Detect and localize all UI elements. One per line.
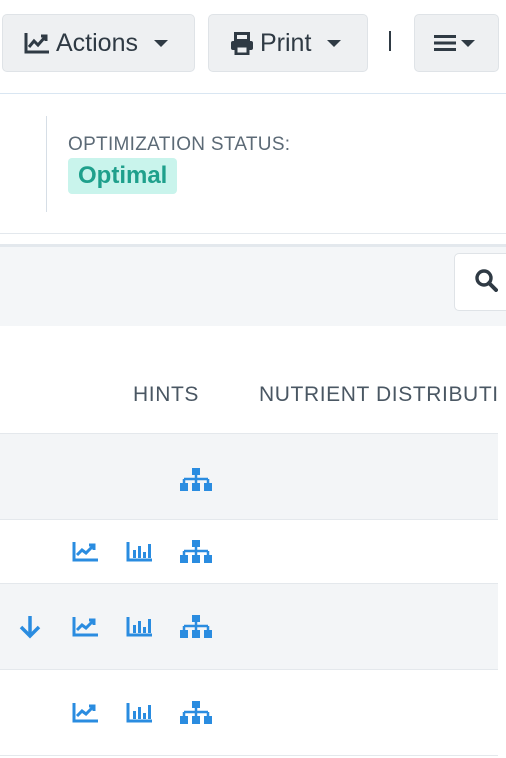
chevron-down-icon bbox=[153, 39, 168, 47]
toolbar-separator bbox=[389, 31, 391, 51]
bar-chart-icon[interactable] bbox=[126, 542, 152, 562]
menu-button[interactable] bbox=[414, 14, 499, 72]
chevron-down-icon bbox=[461, 39, 475, 47]
sitemap-icon[interactable] bbox=[180, 615, 212, 639]
arrow-down-icon[interactable] bbox=[19, 615, 41, 639]
status-divider bbox=[46, 116, 47, 212]
actions-button[interactable]: Actions bbox=[2, 14, 195, 72]
table-row bbox=[0, 433, 498, 520]
bar-chart-icon[interactable] bbox=[126, 703, 152, 723]
sitemap-icon[interactable] bbox=[180, 701, 212, 725]
search-bar bbox=[0, 244, 506, 326]
sitemap-icon[interactable] bbox=[180, 468, 212, 492]
printer-icon bbox=[230, 31, 254, 55]
chevron-down-icon bbox=[327, 39, 342, 47]
print-label: Print bbox=[260, 28, 312, 57]
table-row bbox=[0, 584, 498, 670]
line-chart-icon bbox=[24, 32, 50, 54]
section-divider bbox=[0, 233, 506, 234]
line-chart-icon[interactable] bbox=[72, 617, 98, 637]
toolbar-divider bbox=[0, 93, 506, 94]
sitemap-icon[interactable] bbox=[180, 540, 212, 564]
search-icon bbox=[474, 268, 498, 297]
column-header-hints[interactable]: HINTS bbox=[133, 383, 199, 407]
table-row bbox=[0, 520, 498, 584]
line-chart-icon[interactable] bbox=[72, 542, 98, 562]
search-button[interactable] bbox=[454, 253, 506, 311]
print-button[interactable]: Print bbox=[208, 14, 368, 72]
table-row bbox=[0, 670, 498, 756]
menu-icon bbox=[434, 34, 456, 52]
status-badge: Optimal bbox=[68, 158, 178, 194]
line-chart-icon[interactable] bbox=[72, 703, 98, 723]
column-header-nutrient-distribution[interactable]: NUTRIENT DISTRIBUTI bbox=[259, 383, 499, 407]
bar-chart-icon[interactable] bbox=[126, 617, 152, 637]
optimization-status-label: OPTIMIZATION STATUS: bbox=[68, 134, 291, 155]
actions-label: Actions bbox=[56, 28, 138, 57]
